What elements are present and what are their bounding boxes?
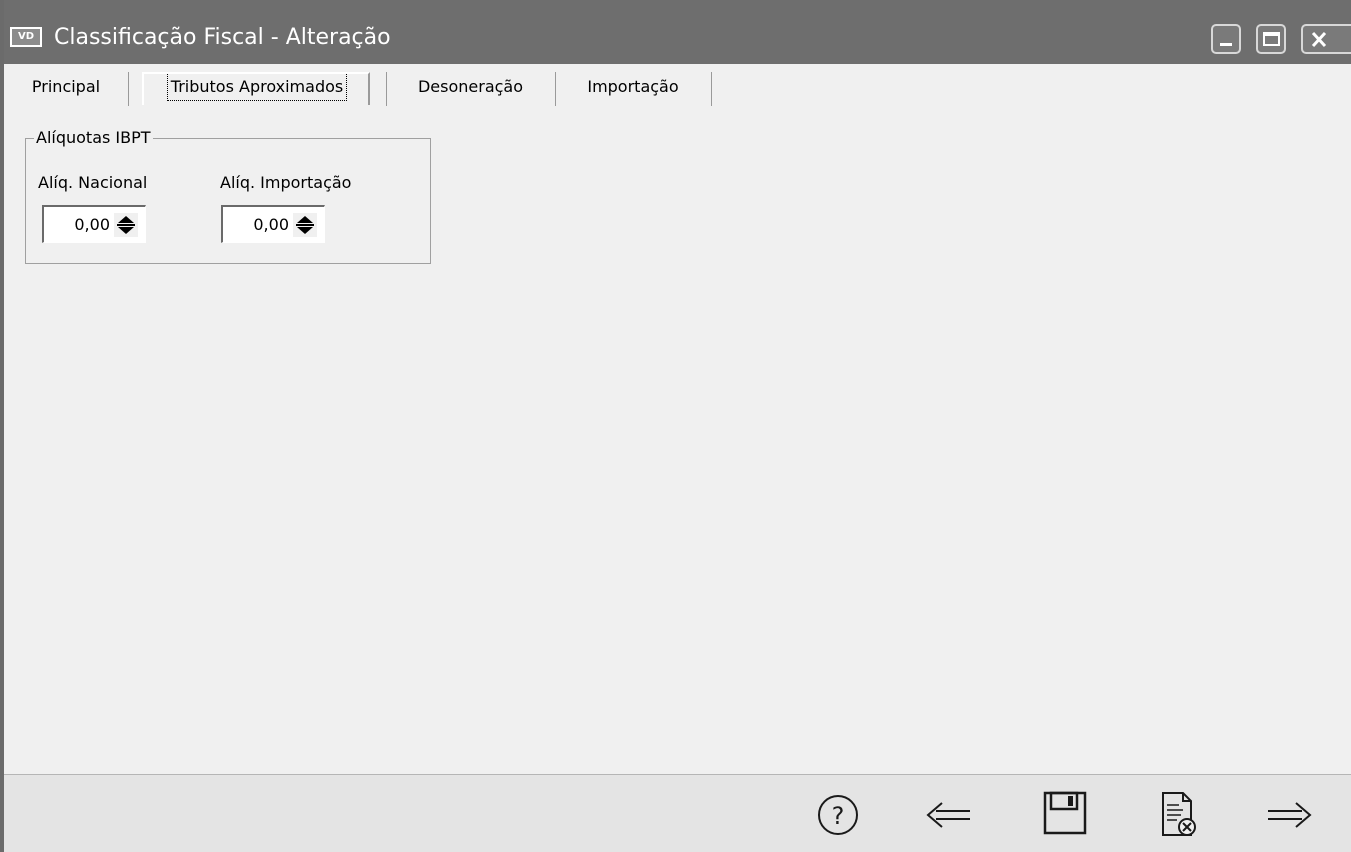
tab-label: Importação: [587, 77, 679, 96]
aliq-nacional-spinbox: [42, 205, 146, 243]
tab-importacao[interactable]: Importação: [555, 72, 712, 106]
maximize-button[interactable]: [1256, 24, 1286, 54]
bottom-toolbar: ?: [4, 774, 1351, 852]
app-logo-icon[interactable]: VD: [10, 27, 42, 47]
arrow-right-icon: [1268, 802, 1312, 828]
help-icon: ?: [818, 795, 858, 835]
svg-text:?: ?: [832, 802, 845, 830]
aliquotas-ibpt-group: [25, 138, 431, 264]
previous-button[interactable]: [920, 787, 976, 843]
window-title: Classificação Fiscal - Alteração: [54, 25, 391, 50]
group-legend: Alíquotas IBPT: [34, 128, 153, 148]
tab-desoneracao[interactable]: Desoneração: [386, 72, 556, 106]
aliq-importacao-spinner[interactable]: [293, 213, 317, 237]
title-bar[interactable]: VD Classificação Fiscal - Alteração: [4, 0, 1351, 64]
aliq-importacao-spinbox: [221, 205, 325, 243]
tab-label: Desoneração: [417, 77, 524, 96]
tab-bar: Principal Tributos Aproximados Desoneraç…: [4, 64, 1351, 108]
help-button[interactable]: ?: [810, 787, 866, 843]
tab-label: Principal: [31, 77, 101, 96]
aliq-nacional-spinner[interactable]: [114, 213, 138, 237]
aliq-importacao-input[interactable]: [223, 207, 289, 241]
aliq-nacional-label: Alíq. Nacional: [38, 173, 148, 192]
minimize-button[interactable]: [1211, 24, 1241, 54]
save-button[interactable]: [1037, 787, 1093, 843]
tab-principal[interactable]: Principal: [4, 72, 129, 106]
floppy-disk-save-icon: [1043, 791, 1087, 835]
close-icon: [1311, 31, 1327, 48]
document-cancel-icon: [1162, 792, 1196, 836]
active-tab-frame: [142, 72, 370, 105]
aliq-nacional-input[interactable]: [44, 207, 110, 241]
arrow-left-icon: [926, 802, 970, 828]
close-button[interactable]: [1301, 24, 1351, 54]
maximize-icon: [1263, 32, 1280, 46]
tab-tributos-aproximados[interactable]: Tributos Aproximados: [128, 72, 387, 106]
next-button[interactable]: [1262, 787, 1318, 843]
window: VD Classificação Fiscal - Alteração Prin…: [0, 0, 1351, 852]
minimize-icon: [1220, 43, 1232, 46]
cancel-button[interactable]: [1151, 787, 1207, 843]
spinner-up-down-icon: [117, 216, 135, 234]
spinner-up-down-icon: [296, 216, 314, 234]
aliq-importacao-label: Alíq. Importação: [220, 173, 352, 192]
